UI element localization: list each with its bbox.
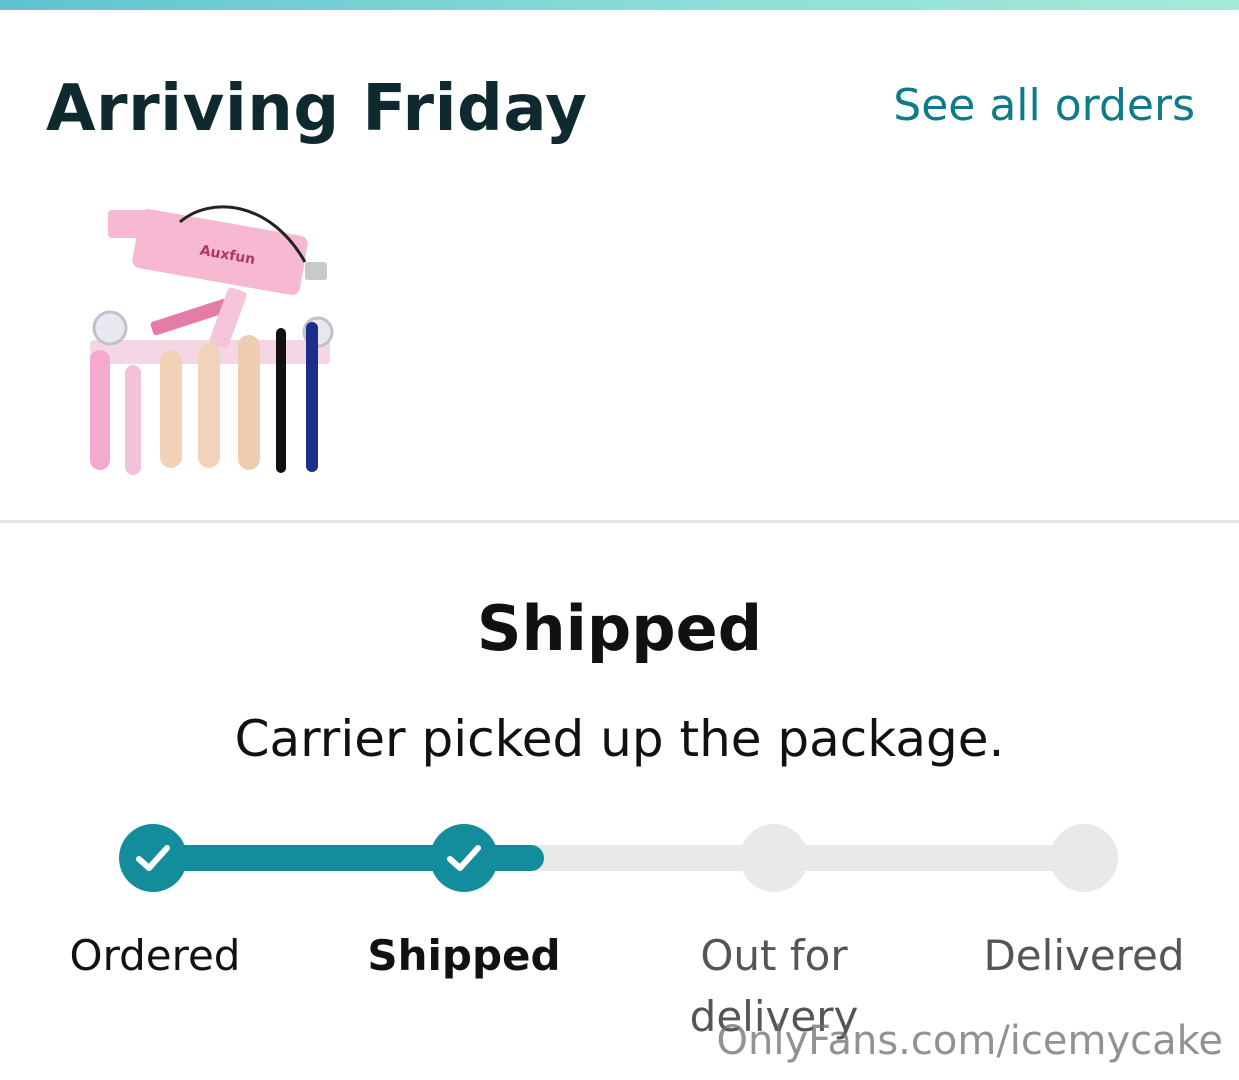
section-divider [0, 520, 1239, 523]
attachment-1 [90, 350, 110, 470]
machine-connector [305, 262, 327, 280]
step-out-for-delivery-node [740, 824, 808, 892]
suction-cup-left [92, 310, 128, 346]
product-image[interactable]: Auxfun [80, 200, 340, 485]
attachment-6 [276, 328, 286, 473]
checkmark-icon [136, 845, 170, 871]
step-shipped-node [430, 824, 498, 892]
step-label-shipped: Shipped [367, 931, 561, 980]
shipment-status-title: Shipped [476, 592, 763, 665]
machine-motor [108, 210, 148, 238]
watermark-text: OnlyFans.com/icemycake [716, 1018, 1223, 1064]
top-accent-bar [0, 0, 1239, 10]
see-all-orders-link[interactable]: See all orders [893, 80, 1195, 131]
shipment-status-detail: Carrier picked up the package. [234, 710, 1005, 768]
attachment-4 [198, 343, 220, 468]
step-label-ordered: Ordered [69, 931, 241, 980]
step-delivered-node [1050, 824, 1118, 892]
attachment-3 [160, 350, 182, 468]
attachment-5 [238, 335, 260, 470]
product-illustration: Auxfun [90, 205, 334, 475]
step-label-delivered: Delivered [983, 931, 1185, 980]
checkmark-icon [447, 845, 481, 871]
step-ordered-node [119, 824, 187, 892]
attachment-7 [306, 322, 318, 472]
page-title: Arriving Friday [46, 72, 588, 146]
attachment-2 [125, 365, 141, 475]
